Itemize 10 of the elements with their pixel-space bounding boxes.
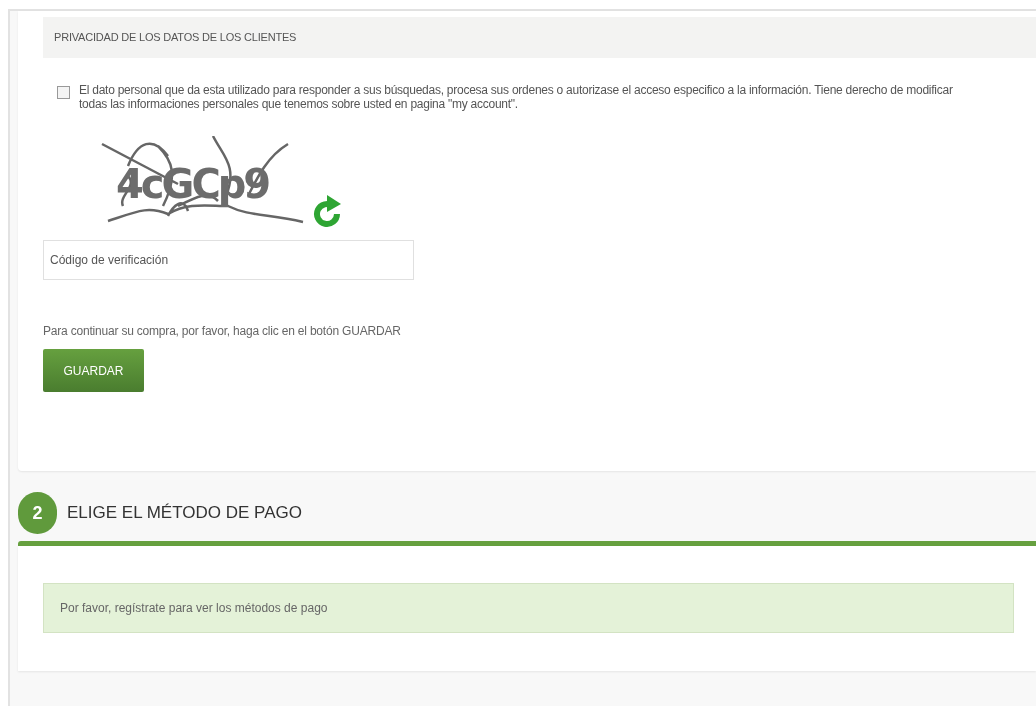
consent-checkbox[interactable] — [57, 86, 70, 99]
step-title: ELIGE EL MÉTODO DE PAGO — [67, 502, 302, 525]
refresh-icon[interactable] — [311, 192, 343, 228]
notice-text: Por favor, regístrate para ver los métodos de pago — [60, 600, 328, 617]
section-title: PRIVACIDAD DE LOS DATOS DE LOS CLIENTES — [54, 30, 297, 46]
instruction-text: Para continuar su compra, por favor, haga clic en el botón GUARDAR — [43, 323, 402, 340]
save-button[interactable]: GUARDAR — [43, 349, 144, 392]
step-number: 2 — [18, 492, 57, 534]
consent-text: El dato personal que da esta utilizado para responder a sus búsquedas, procesa sus ordenes o autorizase el acceso especifico a la información. Tiene derecho de modificar todas las informaciones personales que tenemos sobre usted en pagina "my account". — [79, 83, 954, 111]
verification-code-field[interactable]: Código de verificación — [43, 240, 414, 280]
